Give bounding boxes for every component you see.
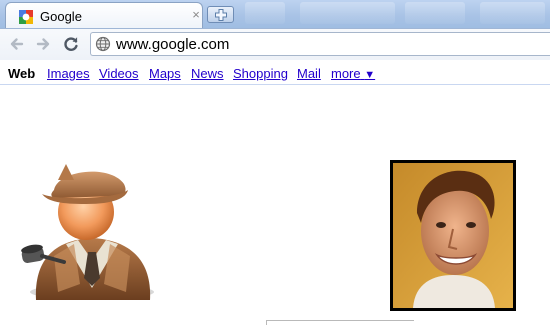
reload-button[interactable] — [60, 33, 82, 55]
divider-line — [266, 320, 414, 321]
google-favicon-icon — [19, 10, 33, 24]
tab-strip: Google × — [0, 0, 550, 28]
more-label: more — [331, 66, 361, 81]
address-bar[interactable] — [90, 32, 550, 56]
back-arrow-icon — [10, 38, 24, 50]
tabstrip-glass — [405, 2, 465, 24]
nav-link-news[interactable]: News — [191, 66, 224, 81]
new-tab-icon — [215, 9, 227, 21]
reload-icon — [64, 37, 78, 51]
nav-link-images[interactable]: Images — [47, 66, 90, 81]
globe-icon — [95, 36, 111, 52]
profile-photo — [390, 160, 516, 311]
new-tab-button[interactable] — [207, 6, 234, 23]
nav-link-maps[interactable]: Maps — [149, 66, 181, 81]
address-input[interactable] — [116, 34, 536, 54]
dropdown-arrow-icon: ▼ — [364, 69, 376, 81]
tabstrip-glass — [300, 2, 395, 24]
nav-link-shopping[interactable]: Shopping — [233, 66, 288, 81]
tab-google[interactable]: Google × — [5, 2, 203, 28]
forward-button[interactable] — [32, 33, 54, 55]
google-nav-bar: Web Images Videos Maps News Shopping Mai… — [0, 60, 550, 85]
back-button[interactable] — [6, 33, 28, 55]
tabstrip-glass — [480, 2, 545, 24]
close-tab-icon[interactable]: × — [190, 8, 202, 22]
profile-photo-image — [393, 163, 513, 308]
nav-link-videos[interactable]: Videos — [99, 66, 139, 81]
detective-avatar-icon — [21, 164, 154, 300]
nav-web-current: Web — [8, 66, 36, 81]
tabstrip-glass — [245, 2, 285, 24]
divider-line — [266, 320, 267, 325]
nav-link-more[interactable]: more ▼ — [331, 66, 375, 81]
forward-arrow-icon — [36, 38, 50, 50]
tab-title: Google — [40, 9, 82, 24]
browser-toolbar — [0, 28, 550, 60]
nav-link-mail[interactable]: Mail — [297, 66, 321, 81]
